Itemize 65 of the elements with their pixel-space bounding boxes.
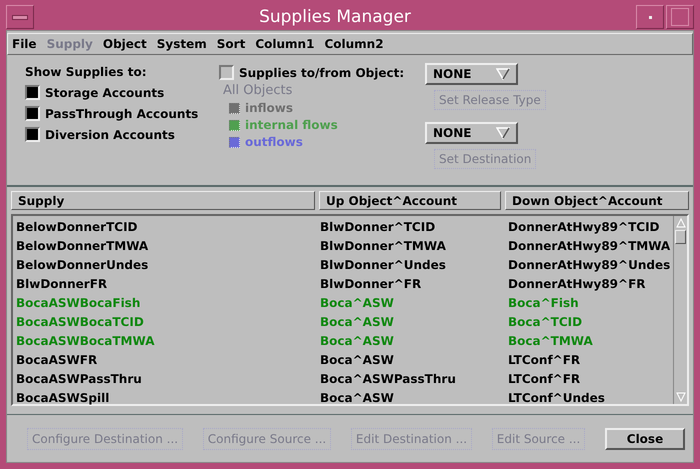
scroll-up-icon bbox=[676, 218, 686, 228]
scroll-down-icon bbox=[676, 392, 686, 402]
table-cell-text: BlwDonner^Undes bbox=[320, 258, 447, 272]
checkbox-label: Storage Accounts bbox=[45, 86, 164, 100]
dropdown[interactable]: NONE bbox=[425, 122, 518, 144]
table-cell-text: Boca^ASWPassThru bbox=[320, 372, 457, 386]
table-cell-text: BocaASWBocaTCID bbox=[16, 314, 145, 328]
table-cell-text: Boca^ASW bbox=[320, 352, 395, 366]
maximize-button[interactable] bbox=[666, 5, 694, 29]
table-cell-text: BocaASWBocaTMWA bbox=[16, 334, 156, 348]
table-cell-text: BelowDonnerTMWA bbox=[16, 238, 150, 252]
checkbox-label: internal flows bbox=[245, 118, 338, 132]
window-menu-button[interactable] bbox=[6, 5, 34, 29]
table-cell-text: Boca^ASW bbox=[320, 296, 395, 310]
dialog-button[interactable]: Close bbox=[605, 428, 685, 450]
table-cell-text: BelowDonnerUndes bbox=[16, 258, 150, 272]
table-cell-text: BocaASWSpill bbox=[16, 390, 110, 404]
column-header[interactable]: Down Object^Account bbox=[505, 191, 689, 210]
column-header[interactable]: Supply bbox=[11, 191, 315, 210]
table-cell: Boca^TCID bbox=[508, 314, 582, 328]
table-cell: LTConf^FR bbox=[508, 372, 580, 386]
table-cell-text: BocaASWFR bbox=[16, 352, 98, 366]
group-label: All Objects bbox=[223, 83, 294, 98]
checkbox-label: Supplies to/from Object: bbox=[239, 66, 404, 80]
menu-item[interactable]: Object bbox=[102, 37, 147, 51]
table-cell-text: BocaASWPassThru bbox=[16, 372, 143, 386]
scroll-thumb[interactable] bbox=[675, 230, 686, 244]
column-header[interactable]: Up Object^Account bbox=[319, 191, 501, 210]
checkbox[interactable] bbox=[25, 106, 40, 121]
table-cell-text: BlwDonner^FR bbox=[320, 276, 422, 290]
menu-item[interactable]: Column2 bbox=[324, 37, 384, 51]
checkbox-label: PassThrough Accounts bbox=[45, 106, 198, 120]
checkbox[interactable] bbox=[25, 85, 40, 100]
table-cell-text: BocaASWBocaFish bbox=[16, 296, 142, 310]
table-cell: Boca^TMWA bbox=[508, 334, 593, 348]
table-cell-text: Boca^ASW bbox=[320, 314, 395, 328]
menu-item[interactable]: System bbox=[156, 37, 207, 51]
table-cell: LTConf^Undes bbox=[508, 390, 605, 404]
table-cell-text: BlwDonner^TCID bbox=[320, 220, 436, 234]
table-cell-text: BelowDonnerTCID bbox=[16, 220, 138, 234]
menu-item[interactable]: Column1 bbox=[255, 37, 314, 51]
menu-item[interactable]: Sort bbox=[216, 37, 246, 51]
checkbox[interactable] bbox=[25, 127, 40, 142]
table-cell: DonnerAtHwy89^TCID bbox=[508, 220, 660, 234]
table-cell-text: Boca^ASW bbox=[320, 334, 395, 348]
table-cell: DonnerAtHwy89^FR bbox=[508, 276, 646, 290]
table-cell: DonnerAtHwy89^Undes bbox=[508, 258, 670, 272]
table-cell-text: BlwDonner^TMWA bbox=[320, 238, 447, 252]
minimize-button[interactable] bbox=[636, 5, 664, 29]
dropdown-arrow-icon bbox=[496, 127, 510, 139]
scrollbar[interactable] bbox=[673, 216, 687, 404]
section-label: Show Supplies to: bbox=[25, 65, 148, 79]
menu-item[interactable]: File bbox=[12, 37, 37, 51]
checkbox-label: Diversion Accounts bbox=[45, 128, 175, 142]
checkbox[interactable] bbox=[219, 65, 234, 80]
table-cell-text: Boca^ASW bbox=[320, 390, 395, 404]
checkbox-label: inflows bbox=[245, 101, 294, 115]
window-title: Supplies Manager bbox=[258, 7, 412, 27]
table-cell: Boca^Fish bbox=[508, 296, 579, 310]
table-cell-text: BlwDonnerFR bbox=[16, 276, 108, 290]
dropdown[interactable]: NONE bbox=[425, 63, 518, 85]
dropdown-arrow-icon bbox=[496, 68, 510, 80]
checkbox-label: outflows bbox=[245, 135, 303, 149]
table-cell: LTConf^FR bbox=[508, 352, 580, 366]
table-cell: DonnerAtHwy89^TMWA bbox=[508, 238, 670, 252]
